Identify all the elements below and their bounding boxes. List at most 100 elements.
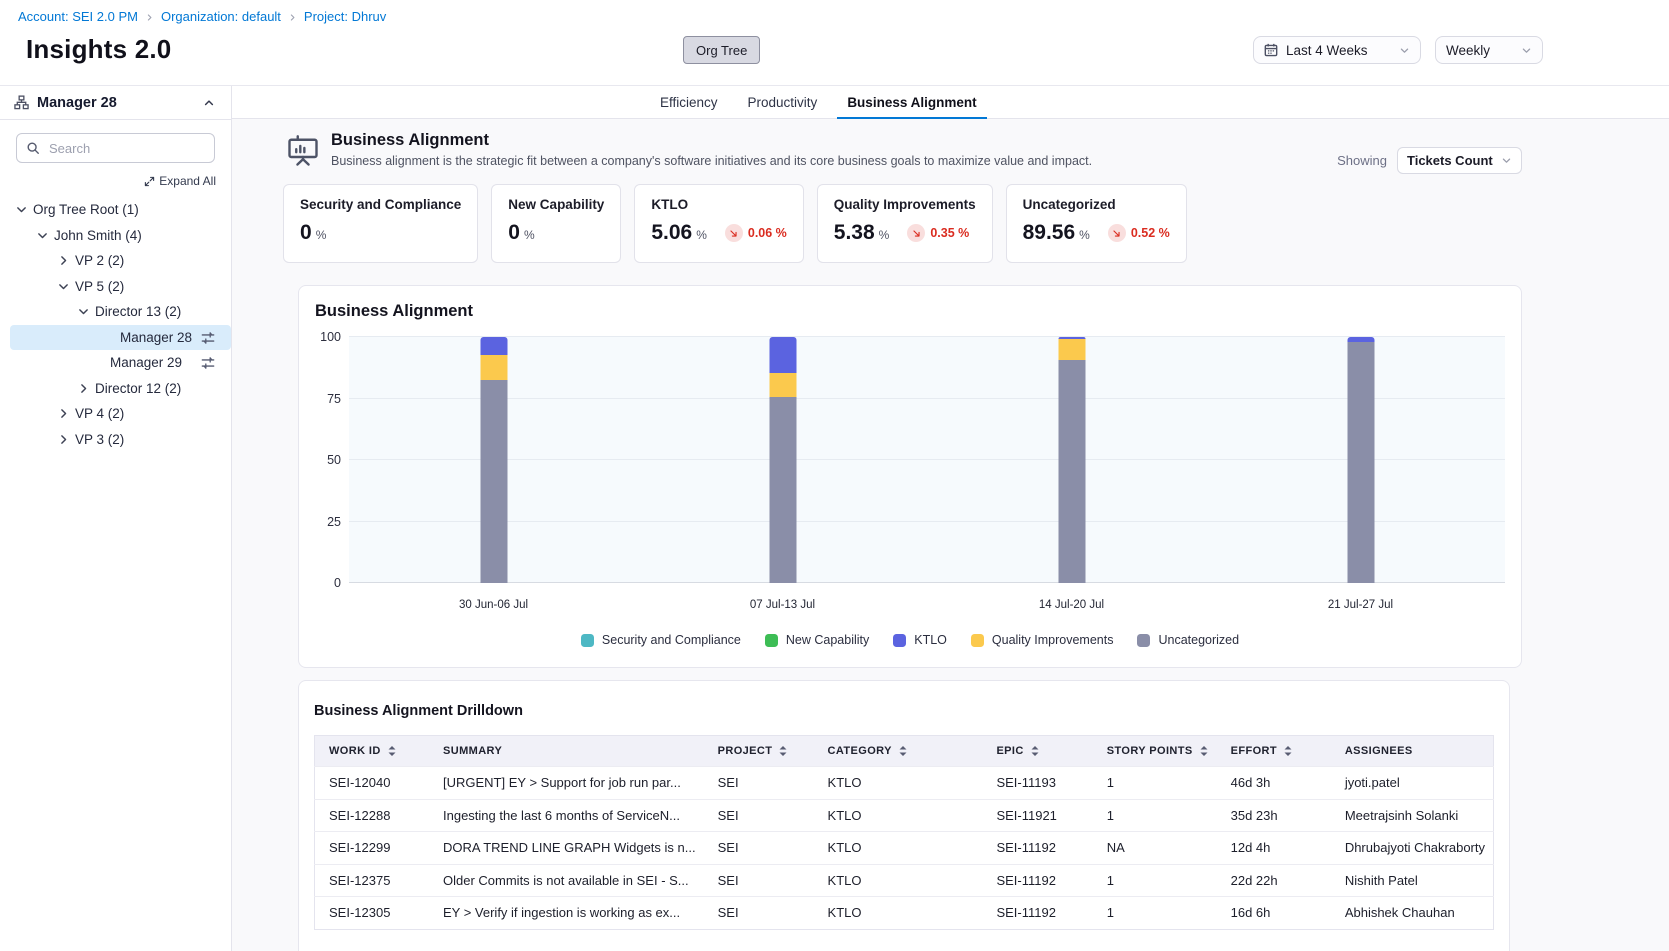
tab-efficiency[interactable]: Efficiency xyxy=(650,86,728,118)
sidebar-title: Manager 28 xyxy=(37,95,193,111)
org-tree-button[interactable]: Org Tree xyxy=(683,36,760,64)
metric-title: Security and Compliance xyxy=(300,197,461,212)
metric-unit: % xyxy=(879,228,890,242)
expand-all-label: Expand All xyxy=(159,174,216,188)
cell-epic: SEI-11921 xyxy=(982,799,1092,832)
column-header-story-points[interactable]: STORY POINTS xyxy=(1093,736,1217,767)
page-title: Insights 2.0 xyxy=(26,34,171,65)
tree-item-vp-3[interactable]: VP 3 (2) xyxy=(0,427,231,453)
cell-work-id: SEI-12299 xyxy=(315,832,430,865)
sort-icon[interactable] xyxy=(387,745,397,757)
trend-down-icon xyxy=(1108,224,1126,242)
breadcrumb: Account: SEI 2.0 PM Organization: defaul… xyxy=(0,0,1669,24)
showing-label: Showing xyxy=(1337,153,1387,168)
legend-item-new-capability[interactable]: New Capability xyxy=(765,633,869,647)
sort-icon[interactable] xyxy=(1283,745,1293,757)
cell-work-id: SEI-12288 xyxy=(315,799,430,832)
breadcrumb-account[interactable]: Account: SEI 2.0 PM xyxy=(18,9,138,24)
cell-epic: SEI-11192 xyxy=(982,864,1092,897)
sliders-icon[interactable] xyxy=(201,356,215,370)
tab-business-alignment[interactable]: Business Alignment xyxy=(837,86,986,118)
chart-y-axis: 0255075100 xyxy=(315,337,349,583)
tree-item-vp-2[interactable]: VP 2 (2) xyxy=(0,248,231,274)
cell-story-points: NA xyxy=(1093,832,1217,865)
legend-item-ktlo[interactable]: KTLO xyxy=(893,633,947,647)
chevron-right-icon xyxy=(145,13,154,22)
drilldown-card: Business Alignment Drilldown WORK ID SUM… xyxy=(298,680,1510,951)
sort-icon[interactable] xyxy=(898,745,908,757)
metric-card-new-capability: New Capability 0 % xyxy=(491,184,621,263)
legend-item-quality-improvements[interactable]: Quality Improvements xyxy=(971,633,1114,647)
metric-unit: % xyxy=(1079,228,1090,242)
tree-item-director-13[interactable]: Director 13 (2) xyxy=(0,299,231,325)
breadcrumb-organization[interactable]: Organization: default xyxy=(161,9,281,24)
table-row: SEI-12305 EY > Verify if ingestion is wo… xyxy=(315,897,1494,930)
tab-productivity[interactable]: Productivity xyxy=(738,86,828,118)
bar-14 Jul-20 Jul[interactable] xyxy=(927,337,1216,583)
column-header-work-id[interactable]: WORK ID xyxy=(315,736,430,767)
tree-item-manager-29[interactable]: Manager 29 xyxy=(0,350,231,376)
tree-item-org-tree-root[interactable]: Org Tree Root (1) xyxy=(0,197,231,223)
metric-delta: 0.06 % xyxy=(725,224,787,242)
column-header-effort[interactable]: EFFORT xyxy=(1217,736,1331,767)
search-icon xyxy=(26,141,40,155)
tree-item-vp-4[interactable]: VP 4 (2) xyxy=(0,401,231,427)
column-header-category[interactable]: CATEGORY xyxy=(814,736,983,767)
bar-07 Jul-13 Jul[interactable] xyxy=(638,337,927,583)
tree-item-label: VP 3 (2) xyxy=(75,432,124,447)
cell-project: SEI xyxy=(704,897,814,930)
chevron-right-icon[interactable] xyxy=(77,382,90,395)
column-header-project[interactable]: PROJECT xyxy=(704,736,814,767)
metric-value: 0 xyxy=(508,221,520,245)
chevron-right-icon xyxy=(288,13,297,22)
breadcrumb-project[interactable]: Project: Dhruv xyxy=(304,9,386,24)
cell-summary: EY > Verify if ingestion is working as e… xyxy=(429,897,704,930)
metric-title: Quality Improvements xyxy=(834,197,976,212)
chevron-right-icon[interactable] xyxy=(57,407,70,420)
metric-cards-row: Security and Compliance 0 % New Capabili… xyxy=(283,184,1669,263)
bar-30 Jun-06 Jul[interactable] xyxy=(349,337,638,583)
interval-dropdown[interactable]: Weekly xyxy=(1435,36,1543,64)
legend-swatch xyxy=(581,634,594,647)
cell-effort: 16d 6h xyxy=(1217,897,1331,930)
chevron-right-icon[interactable] xyxy=(57,433,70,446)
chevron-down-icon xyxy=(1399,45,1410,56)
legend-item-uncategorized[interactable]: Uncategorized xyxy=(1137,633,1239,647)
tree-item-director-12[interactable]: Director 12 (2) xyxy=(0,376,231,402)
cell-assignees: Abhishek Chauhan xyxy=(1331,897,1494,930)
table-row: SEI-12375 Older Commits is not available… xyxy=(315,864,1494,897)
collapse-sidebar-button[interactable] xyxy=(201,95,217,111)
chevron-down-icon[interactable] xyxy=(36,229,49,242)
chevron-down-icon[interactable] xyxy=(77,305,90,318)
chevron-right-icon[interactable] xyxy=(57,254,70,267)
column-header-epic[interactable]: EPIC xyxy=(982,736,1092,767)
cell-effort: 35d 23h xyxy=(1217,799,1331,832)
tree-item-john-smith[interactable]: John Smith (4) xyxy=(0,223,231,249)
chevron-down-icon[interactable] xyxy=(15,203,28,216)
sort-icon[interactable] xyxy=(1030,745,1040,757)
sort-icon[interactable] xyxy=(1199,745,1209,757)
cell-effort: 22d 22h xyxy=(1217,864,1331,897)
chevron-down-icon xyxy=(1521,45,1532,56)
showing-dropdown[interactable]: Tickets Count xyxy=(1397,147,1522,174)
tree-item-manager-28[interactable]: Manager 28 xyxy=(10,325,231,351)
date-range-dropdown[interactable]: Last 4 Weeks xyxy=(1253,36,1421,64)
metric-value: 0 xyxy=(300,221,312,245)
chevron-down-icon[interactable] xyxy=(57,280,70,293)
sort-icon[interactable] xyxy=(778,745,788,757)
tab-bar: Efficiency Productivity Business Alignme… xyxy=(232,86,1669,119)
tree-item-label: Director 13 (2) xyxy=(95,304,181,319)
search-input[interactable] xyxy=(16,133,215,163)
cell-category: KTLO xyxy=(814,767,983,800)
cell-work-id: SEI-12305 xyxy=(315,897,430,930)
legend-item-security-and-compliance[interactable]: Security and Compliance xyxy=(581,633,741,647)
tree-item-label: John Smith (4) xyxy=(54,228,142,243)
sliders-icon[interactable] xyxy=(201,331,215,345)
section-description: Business alignment is the strategic fit … xyxy=(331,154,1092,168)
cell-summary: Older Commits is not available in SEI - … xyxy=(429,864,704,897)
cell-epic: SEI-11193 xyxy=(982,767,1092,800)
expand-all-button[interactable]: Expand All xyxy=(0,174,216,188)
org-tree: Org Tree Root (1) John Smith (4) VP 2 (2… xyxy=(0,197,231,452)
bar-21 Jul-27 Jul[interactable] xyxy=(1216,337,1505,583)
tree-item-vp-5[interactable]: VP 5 (2) xyxy=(0,274,231,300)
